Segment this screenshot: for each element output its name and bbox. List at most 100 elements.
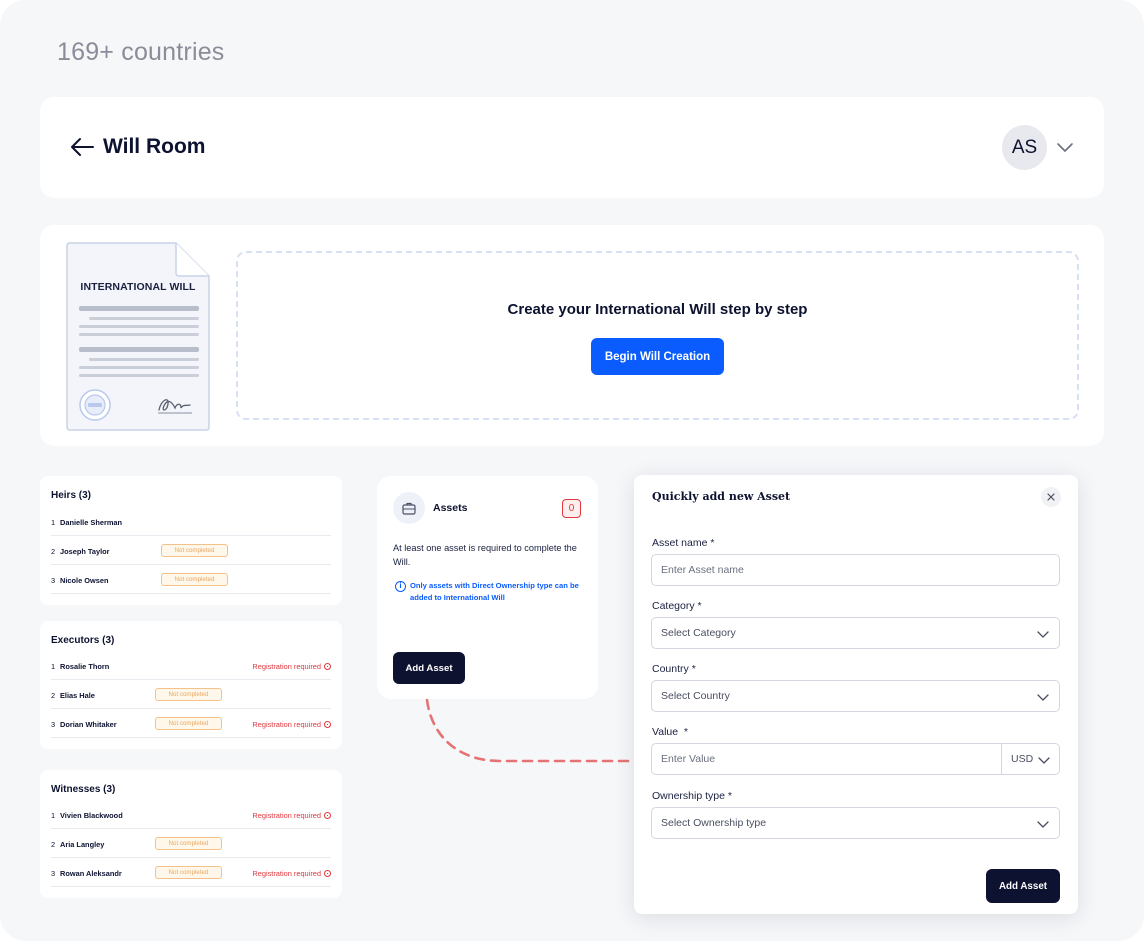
row-number: 2 xyxy=(51,547,56,556)
headline: 169+ countries xyxy=(57,38,225,66)
assets-title: Assets xyxy=(433,502,468,514)
list-item[interactable]: 3 Rowan Aleksandr Not completed Registra… xyxy=(51,858,331,887)
alert-icon xyxy=(324,870,331,877)
person-name: Joseph Taylor xyxy=(60,547,110,556)
country-label: Country * xyxy=(652,663,696,675)
currency-select[interactable]: USD xyxy=(1001,744,1059,774)
status-badge: Not completed xyxy=(155,866,222,879)
person-name: Vivien Blackwood xyxy=(60,811,123,820)
registration-label: Registration required xyxy=(252,811,321,820)
status-badge: Not completed xyxy=(155,837,222,850)
chevron-down-icon xyxy=(1037,694,1049,701)
list-item[interactable]: 2 Aria Langley Not completed xyxy=(51,829,331,858)
registration-label: Registration required xyxy=(252,869,321,878)
status-badge: Not completed xyxy=(155,717,222,730)
asset-name-input[interactable] xyxy=(652,555,1059,585)
heirs-card: Heirs (3) 1 Danielle Sherman 2 Joseph Ta… xyxy=(40,476,342,605)
value-field: USD xyxy=(651,743,1060,775)
registration-required-link[interactable]: Registration required xyxy=(252,720,331,729)
person-name: Dorian Whitaker xyxy=(60,720,117,729)
page-title: Will Room xyxy=(103,135,206,158)
chevron-down-icon xyxy=(1037,631,1049,638)
status-badge: Not completed xyxy=(161,573,228,586)
back-arrow-icon[interactable] xyxy=(70,137,94,157)
label-text: Value xyxy=(652,726,679,738)
category-label: Category * xyxy=(652,600,702,612)
list-item[interactable]: 3 Dorian Whitaker Not completed Registra… xyxy=(51,709,331,738)
registration-required-link[interactable]: Registration required xyxy=(252,662,331,671)
heirs-title: Heirs (3) xyxy=(51,490,92,501)
country-select[interactable]: Select Country xyxy=(651,680,1060,712)
list-item[interactable]: 1 Danielle Sherman xyxy=(51,507,331,536)
chevron-down-icon xyxy=(1037,821,1049,828)
add-asset-button[interactable]: Add Asset xyxy=(393,652,465,684)
row-number: 1 xyxy=(51,518,56,527)
list-item[interactable]: 2 Elias Hale Not completed xyxy=(51,680,331,709)
dashed-connector xyxy=(425,698,634,763)
close-icon[interactable] xyxy=(1041,487,1061,507)
label-text: Ownership type xyxy=(652,790,725,802)
row-number: 1 xyxy=(51,662,56,671)
row-number: 2 xyxy=(51,840,56,849)
label-text: Category xyxy=(652,600,695,612)
currency-selected-value: USD xyxy=(1011,753,1034,765)
list-item[interactable]: 3 Nicole Owsen Not completed xyxy=(51,565,331,594)
label-text: Asset name xyxy=(652,537,708,549)
executors-card: Executors (3) 1 Rosalie Thorn Registrati… xyxy=(40,621,342,749)
list-item[interactable]: 1 Rosalie Thorn Registration required xyxy=(51,651,331,680)
modal-add-asset-button[interactable]: Add Asset xyxy=(986,869,1060,903)
required-marker: * xyxy=(710,537,715,549)
person-name: Danielle Sherman xyxy=(60,518,123,527)
person-name: Rowan Aleksandr xyxy=(60,869,122,878)
will-document-illustration xyxy=(66,242,210,431)
alert-icon xyxy=(324,812,331,819)
required-marker: * xyxy=(683,726,689,738)
page-frame: 169+ countries Will Room AS INTERNATIONA… xyxy=(0,0,1144,941)
value-label: Value * xyxy=(652,726,688,738)
ownership-type-label: Ownership type * xyxy=(652,790,732,802)
registration-label: Registration required xyxy=(252,720,321,729)
asset-name-field xyxy=(651,554,1060,586)
value-input[interactable] xyxy=(652,744,1002,774)
list-item[interactable]: 2 Joseph Taylor Not completed xyxy=(51,536,331,565)
witnesses-card: Witnesses (3) 1 Vivien Blackwood Registr… xyxy=(40,770,342,898)
row-number: 1 xyxy=(51,811,56,820)
registration-required-link[interactable]: Registration required xyxy=(252,869,331,878)
registration-required-link[interactable]: Registration required xyxy=(252,811,331,820)
chevron-down-icon xyxy=(1038,757,1050,764)
list-item[interactable]: 1 Vivien Blackwood Registration required xyxy=(51,800,331,829)
label-text: Country xyxy=(652,663,689,675)
top-bar: Will Room AS xyxy=(40,97,1104,198)
assets-description: At least one asset is required to comple… xyxy=(393,543,577,567)
chevron-down-icon[interactable] xyxy=(1056,138,1074,156)
asset-name-label: Asset name * xyxy=(652,537,714,549)
person-name: Nicole Owsen xyxy=(60,576,109,585)
required-marker: * xyxy=(691,663,696,675)
required-marker: * xyxy=(697,600,702,612)
begin-will-creation-button[interactable]: Begin Will Creation xyxy=(591,338,724,375)
ownership-type-select[interactable]: Select Ownership type xyxy=(651,807,1060,839)
assets-ownership-note: Only assets with Direct Ownership type c… xyxy=(410,581,579,602)
will-creation-dropzone: Create your International Will step by s… xyxy=(236,251,1079,420)
hero-prompt: Create your International Will step by s… xyxy=(507,301,808,318)
row-number: 2 xyxy=(51,691,56,700)
avatar[interactable]: AS xyxy=(1002,125,1047,170)
modal-title: Quickly add new Asset xyxy=(652,490,791,503)
assets-count-badge: 0 xyxy=(562,499,581,518)
will-creation-hero: INTERNATIONAL WILL Create your Internati… xyxy=(40,225,1104,446)
row-number: 3 xyxy=(51,869,56,878)
will-document-title: INTERNATIONAL WILL xyxy=(80,281,196,293)
alert-icon xyxy=(324,663,331,670)
category-select[interactable]: Select Category xyxy=(651,617,1060,649)
witnesses-title: Witnesses (3) xyxy=(51,784,116,795)
registration-label: Registration required xyxy=(252,662,321,671)
assets-card: Assets 0 At least one asset is required … xyxy=(377,476,598,699)
person-name: Rosalie Thorn xyxy=(60,662,110,671)
info-icon xyxy=(395,581,406,592)
briefcase-icon xyxy=(393,492,425,524)
row-number: 3 xyxy=(51,720,56,729)
category-selected-value: Select Category xyxy=(661,627,736,639)
alert-icon xyxy=(324,721,331,728)
quick-add-asset-modal: Quickly add new Asset Asset name * Categ… xyxy=(634,475,1078,914)
person-name: Aria Langley xyxy=(60,840,105,849)
